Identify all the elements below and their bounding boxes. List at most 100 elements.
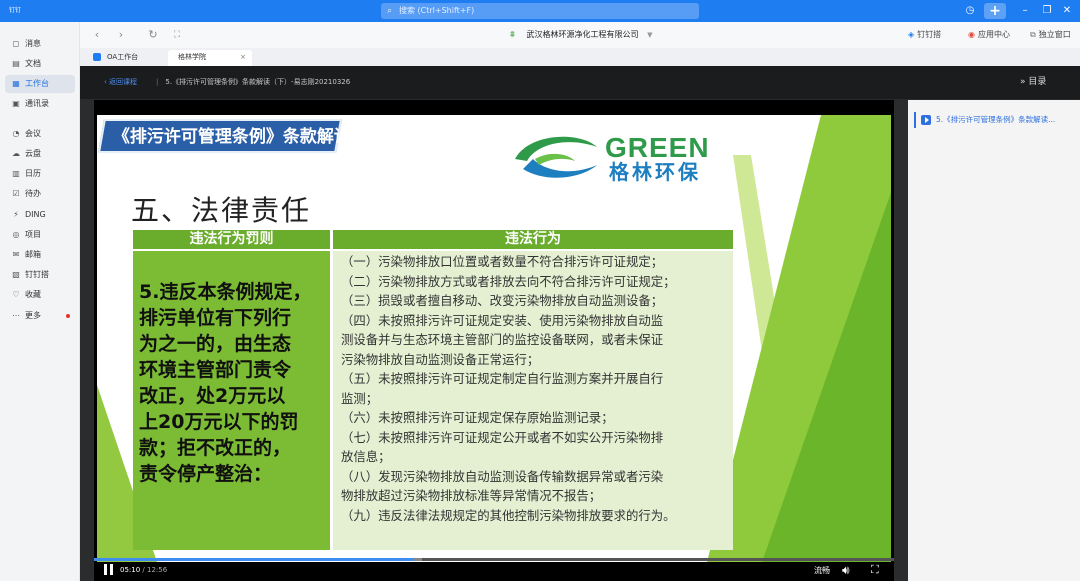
favorite-icon: ♡: [12, 290, 20, 299]
sidebar-item[interactable]: ◻ 消息: [5, 35, 75, 53]
pause-icon[interactable]: [104, 564, 114, 576]
sidebar-item[interactable]: ▣ 通讯录: [5, 95, 75, 113]
sidebar-item[interactable]: ♡ 收藏: [5, 286, 75, 304]
behavior-cell: （一）污染物排放口位置或者数量不符合排污许可证规定； （二）污染物排放方式或者排放…: [333, 251, 733, 550]
notification-dot: [66, 314, 70, 318]
browser-toolbar: ‹ › ↻ ⛶ ⩩ 武汉格林环源净化工程有限公司 ▼ ◈ 钉钉搭 ◉ 应用中心 ⧉ 独…: [80, 22, 1080, 48]
sidebar-item-label: 钉钉搭: [25, 270, 49, 279]
detach-icon: ⧉: [1030, 30, 1036, 39]
penalty-line: 款；拒不改正的，: [139, 437, 292, 459]
behavior-line: （三）损毁或者擅自移动、改变污染物排放自动监测设备；: [341, 293, 664, 308]
app-logo: 钉钉: [8, 7, 21, 14]
restore-window-button[interactable]: ❐: [1040, 3, 1054, 19]
sidebar-item-label: 工作台: [25, 79, 49, 88]
refresh-icon[interactable]: ↻: [146, 28, 160, 42]
playlist-panel: 5.《排污许可管理条例》条款解读...: [908, 100, 1080, 581]
company-switcher[interactable]: ⩩ 武汉格林环源净化工程有限公司 ▼: [510, 28, 652, 42]
back-arrow-icon[interactable]: ‹: [90, 28, 104, 42]
back-to-course-link[interactable]: ‹ 返回课程: [104, 76, 137, 89]
slide-banner: 《排污许可管理条例》条款解读：下: [98, 119, 385, 153]
penalty-line: 改正，处2万元以: [139, 385, 286, 407]
sidebar-item[interactable]: ☁ 云盘: [5, 145, 75, 163]
behavior-line: （九）违反法律法规规定的其他控制污染物排放要求的行为。: [341, 507, 676, 523]
tab-green-academy[interactable]: 格林学院 ×: [168, 50, 252, 66]
behavior-line: （七）未按照排污许可证规定公开或者不如实公开污染物排: [341, 429, 664, 445]
playlist-item-label: 5.《排污许可管理条例》条款解读...: [936, 115, 1056, 124]
chevron-down-icon: ▼: [647, 31, 653, 39]
green-logo: GREEN 格林环保: [509, 129, 719, 189]
sidebar-item-label: 云盘: [25, 149, 41, 158]
cloud-icon: ☁: [12, 149, 20, 158]
behavior-line: （五）未按照排污许可证规定制定自行监测方案并开展自行: [341, 371, 664, 386]
workbench-icon: ▦: [12, 79, 20, 88]
penalty-table: 违法行为罚则 违法行为 5.违反本条例规定， 排污单位有下列行 为之一的，由生态 环境…: [133, 230, 733, 550]
toc-label: 目录: [1028, 77, 1047, 87]
detach-label: 独立窗口: [1038, 30, 1071, 39]
slide-banner-text: 《排污许可管理条例》条款解读：下: [112, 127, 385, 147]
plus-button[interactable]: +: [984, 3, 1006, 19]
course-header: ‹ 返回课程 | 5.《排污许可管理条例》条款解读（下）-易志刚20210326 …: [80, 66, 1080, 99]
sidebar-item[interactable]: ☑ 待办: [5, 185, 75, 203]
calendar-icon: ▥: [12, 169, 20, 178]
playlist-item[interactable]: 5.《排污许可管理条例》条款解读...: [914, 112, 1074, 128]
volume-icon[interactable]: 🔊︎: [842, 563, 850, 577]
sidebar-item[interactable]: ✉ 邮箱: [5, 246, 75, 264]
table-header: 违法行为罚则: [133, 230, 330, 249]
detach-window-link[interactable]: ⧉ 独立窗口: [1030, 28, 1071, 42]
sidebar-item[interactable]: ▥ 日历: [5, 165, 75, 183]
sidebar-item[interactable]: ⚡ DING: [5, 206, 75, 224]
sidebar-item[interactable]: ◔ 会议: [5, 125, 75, 143]
sidebar-item[interactable]: ◎ 项目: [5, 226, 75, 244]
sidebar-item[interactable]: ▧ 钉钉搭: [5, 266, 75, 284]
behavior-line: 放信息；: [341, 449, 391, 464]
tab-label: 格林学院: [178, 53, 206, 61]
sidebar-item-label: 日历: [25, 169, 41, 178]
penalty-line: 责令停产整治：: [139, 463, 273, 485]
history-icon[interactable]: ◷: [962, 3, 978, 19]
sidebar-item-label: 邮箱: [25, 250, 41, 259]
behavior-line: 污染物排放自动监测设备正常运行；: [341, 351, 540, 367]
time-display: 05:10 / 12:56: [120, 565, 167, 576]
sidebar-item[interactable]: ▤ 文档: [5, 55, 75, 73]
fullscreen-icon[interactable]: ⛶: [871, 563, 879, 577]
divider: |: [156, 78, 159, 86]
company-name: 武汉格林环源净化工程有限公司: [526, 30, 639, 39]
dingdang-icon: ◈: [908, 30, 915, 39]
slide-heading: 五、法律责任: [131, 194, 312, 227]
sidebar-item-label: 会议: [25, 129, 41, 138]
penalty-cell: 5.违反本条例规定， 排污单位有下列行 为之一的，由生态 环境主管部门责令 改正，处2万…: [133, 251, 330, 550]
doc-icon: ▤: [12, 59, 20, 68]
forward-arrow-icon[interactable]: ›: [114, 28, 128, 42]
behavior-line: （四）未按照排污许可证规定安装、使用污染物排放自动监: [341, 312, 664, 328]
sidebar-item[interactable]: ▦ 工作台: [5, 75, 75, 93]
global-search-input[interactable]: ⌕ 搜索 (Ctrl+Shift+F): [381, 3, 699, 19]
toc-button[interactable]: » 目录: [1020, 75, 1046, 89]
search-placeholder: 搜索 (Ctrl+Shift+F): [399, 6, 475, 15]
tab-oa-workbench[interactable]: OA工作台: [90, 50, 162, 66]
player-controls: 05:10 / 12:56 流畅 🔊︎ ⛶: [94, 561, 894, 581]
lesson-title-text: 5.《排污许可管理条例》条款解读（下）-易志刚20210326: [165, 78, 351, 86]
penalty-line: 排污单位有下列行: [139, 307, 292, 329]
minimize-button[interactable]: –: [1018, 3, 1032, 19]
dingdang-link[interactable]: ◈ 钉钉搭: [908, 28, 941, 42]
quality-button[interactable]: 流畅: [814, 565, 830, 576]
total-time: / 12:56: [142, 566, 168, 574]
app-center-icon: ◉: [968, 30, 975, 39]
sidebar-item-label: 项目: [25, 230, 41, 239]
video-player[interactable]: 《排污许可管理条例》条款解读：下 GREEN 格林环保 五、法律责任 违法行为罚…: [94, 100, 894, 581]
contacts-icon: ▣: [12, 99, 20, 108]
more-icon: ⋯: [12, 311, 20, 320]
close-window-button[interactable]: ✕: [1060, 3, 1074, 19]
penalty-line: 5.违反本条例规定，: [139, 281, 312, 303]
sidebar-item[interactable]: ⋯ 更多: [5, 307, 75, 325]
penalty-line: 上20万元以下的罚: [139, 411, 299, 433]
message-icon: ◻: [12, 39, 20, 48]
tab-strip: OA工作台 格林学院 ×: [80, 48, 1080, 66]
behavior-line: （二）污染物排放方式或者排放去向不符合排污许可证规定；: [341, 273, 676, 289]
close-tab-icon[interactable]: ×: [240, 50, 246, 64]
expand-icon[interactable]: ⛶: [170, 28, 184, 42]
tab-label: OA工作台: [107, 53, 139, 61]
logo-cn: 格林环保: [609, 160, 701, 184]
app-center-link[interactable]: ◉ 应用中心: [968, 28, 1010, 42]
sidebar-item-label: 文档: [25, 59, 41, 68]
